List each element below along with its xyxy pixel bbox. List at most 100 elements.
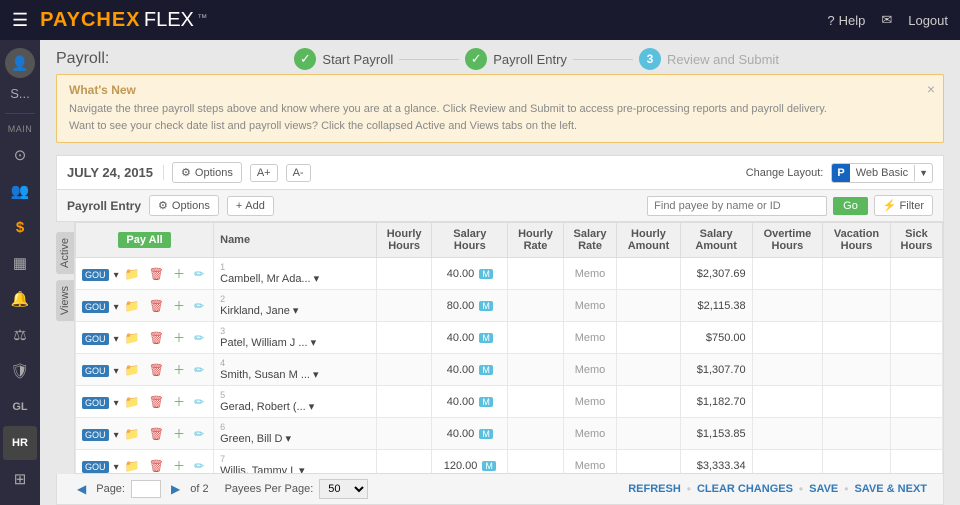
sidebar-item-hr[interactable]: HR — [3, 426, 37, 460]
date-bar-right: Change Layout: P Web Basic ▼ — [746, 163, 933, 183]
edit-icon[interactable]: ✏ — [191, 458, 207, 474]
menu-hamburger-icon[interactable]: ☰ — [12, 10, 28, 31]
cell-value — [508, 450, 564, 475]
salary-hours-cell: 40.00 M — [432, 418, 508, 450]
dropdown-arrow[interactable]: ▾ — [114, 430, 119, 441]
trash-icon[interactable]: 🗑 — [146, 266, 167, 282]
sidebar-item-payroll[interactable]: $ — [3, 210, 37, 244]
col-hourly-hours: HourlyHours — [376, 223, 432, 258]
trash-icon[interactable]: 🗑 — [146, 362, 167, 378]
memo-label: Memo — [575, 428, 606, 440]
edit-icon[interactable]: ✏ — [191, 266, 207, 282]
font-larger-button[interactable]: A+ — [250, 164, 278, 182]
logout-link[interactable]: Logout — [908, 13, 948, 28]
help-link[interactable]: ? Help — [827, 13, 865, 28]
edit-icon[interactable]: ✏ — [191, 330, 207, 346]
folder-icon[interactable]: 📁 — [122, 266, 143, 282]
sidebar-item-s[interactable]: S... — [10, 86, 30, 101]
sidebar: 👤 S... MAIN ⊙ 👥 $ ▦ 🔔 ⚖ 🛡 GL HR ⊞ — [0, 40, 40, 505]
add-row-icon[interactable]: ＋ — [170, 458, 188, 474]
row-actions: GOU ▾ 📁 🗑 ＋ ✏ — [76, 386, 214, 418]
trash-icon[interactable]: 🗑 — [146, 458, 167, 474]
save-next-link[interactable]: SAVE & NEXT — [854, 483, 927, 495]
messages-link[interactable]: ✉ — [881, 12, 892, 28]
col-salary-hours: SalaryHours — [432, 223, 508, 258]
edit-icon[interactable]: ✏ — [191, 394, 207, 410]
dropdown-arrow[interactable]: ▾ — [114, 462, 119, 473]
sidebar-item-compliance[interactable]: ⚖ — [3, 318, 37, 352]
cell-value: $2,307.69 — [680, 258, 752, 290]
date-options-button[interactable]: ⚙ Options — [172, 162, 242, 183]
filter-button[interactable]: ⚡ Filter — [874, 195, 933, 216]
trash-icon[interactable]: 🗑 — [146, 330, 167, 346]
go-button[interactable]: Go — [833, 197, 868, 215]
sidebar-item-reports[interactable]: ▦ — [3, 246, 37, 280]
banner-close-icon[interactable]: × — [927, 81, 935, 97]
cell-value: $1,307.70 — [680, 354, 752, 386]
refresh-link[interactable]: REFRESH — [628, 483, 681, 495]
entry-bar-right: Go ⚡ Filter — [647, 195, 933, 216]
add-row-icon[interactable]: ＋ — [170, 330, 188, 346]
trash-icon[interactable]: 🗑 — [146, 298, 167, 314]
gear-icon: ⚙ — [181, 166, 191, 179]
folder-icon[interactable]: 📁 — [122, 330, 143, 346]
cell-value — [752, 322, 823, 354]
edit-icon[interactable]: ✏ — [191, 426, 207, 442]
add-row-icon[interactable]: ＋ — [170, 426, 188, 442]
entry-options-button[interactable]: ⚙ Options — [149, 195, 219, 216]
clear-changes-link[interactable]: CLEAR CHANGES — [697, 483, 793, 495]
trash-icon[interactable]: 🗑 — [146, 426, 167, 442]
add-button[interactable]: + Add — [227, 196, 274, 216]
folder-icon[interactable]: 📁 — [122, 394, 143, 410]
dropdown-arrow[interactable]: ▾ — [114, 366, 119, 377]
dropdown-arrow[interactable]: ▾ — [114, 398, 119, 409]
col-salary-amount: SalaryAmount — [680, 223, 752, 258]
cell-value — [376, 418, 432, 450]
col-overtime-hours: OvertimeHours — [752, 223, 823, 258]
payees-per-page-select[interactable]: 50 25 100 — [319, 479, 368, 499]
messages-icon: ✉ — [881, 12, 892, 28]
sidebar-item-gl[interactable]: GL — [3, 390, 37, 424]
user-avatar[interactable]: 👤 — [5, 48, 35, 78]
employee-name: 5Gerad, Robert (... ▾ — [214, 386, 377, 418]
active-tab[interactable]: Active — [56, 232, 74, 274]
next-page-button[interactable]: ▶ — [167, 481, 184, 497]
pay-all-button[interactable]: Pay All — [118, 232, 170, 248]
sidebar-item-notifications[interactable]: 🔔 — [3, 282, 37, 316]
cell-value — [890, 354, 942, 386]
folder-icon[interactable]: 📁 — [122, 362, 143, 378]
page-number-input[interactable]: 1 — [131, 480, 161, 498]
add-row-icon[interactable]: ＋ — [170, 362, 188, 378]
main-content: Payroll: ✓ Start Payroll ✓ Payroll Entry… — [40, 40, 960, 505]
folder-icon[interactable]: 📁 — [122, 426, 143, 442]
col-sick-hours: SickHours — [890, 223, 942, 258]
dropdown-arrow[interactable]: ▾ — [114, 302, 119, 313]
folder-icon[interactable]: 📁 — [122, 458, 143, 474]
salary-rate-cell: Memo — [563, 418, 616, 450]
sidebar-item-security[interactable]: 🛡 — [3, 354, 37, 388]
bottom-actions: REFRESH • CLEAR CHANGES • SAVE • SAVE & … — [628, 482, 927, 496]
sidebar-item-grid[interactable]: ⊞ — [3, 462, 37, 496]
sidebar-item-home[interactable]: ⊙ — [3, 138, 37, 172]
m-badge: M — [479, 269, 493, 279]
folder-icon[interactable]: 📁 — [122, 298, 143, 314]
font-smaller-button[interactable]: A- — [286, 164, 311, 182]
edit-icon[interactable]: ✏ — [191, 298, 207, 314]
edit-icon[interactable]: ✏ — [191, 362, 207, 378]
sidebar-item-users[interactable]: 👥 — [3, 174, 37, 208]
views-tab[interactable]: Views — [56, 280, 74, 321]
add-row-icon[interactable]: ＋ — [170, 298, 188, 314]
search-input[interactable] — [647, 196, 827, 216]
prev-page-button[interactable]: ◀ — [73, 481, 90, 497]
dropdown-arrow[interactable]: ▾ — [114, 270, 119, 281]
save-link[interactable]: SAVE — [809, 483, 838, 495]
col-hourly-rate: HourlyRate — [508, 223, 564, 258]
trash-icon[interactable]: 🗑 — [146, 394, 167, 410]
dropdown-arrow[interactable]: ▾ — [114, 334, 119, 345]
add-row-icon[interactable]: ＋ — [170, 266, 188, 282]
employee-name: 1Cambell, Mr Ada... ▾ — [214, 258, 377, 290]
add-row-icon[interactable]: ＋ — [170, 394, 188, 410]
emp-badge: GOU — [82, 301, 109, 313]
cell-value — [617, 290, 680, 322]
layout-selector[interactable]: P Web Basic ▼ — [831, 163, 933, 183]
